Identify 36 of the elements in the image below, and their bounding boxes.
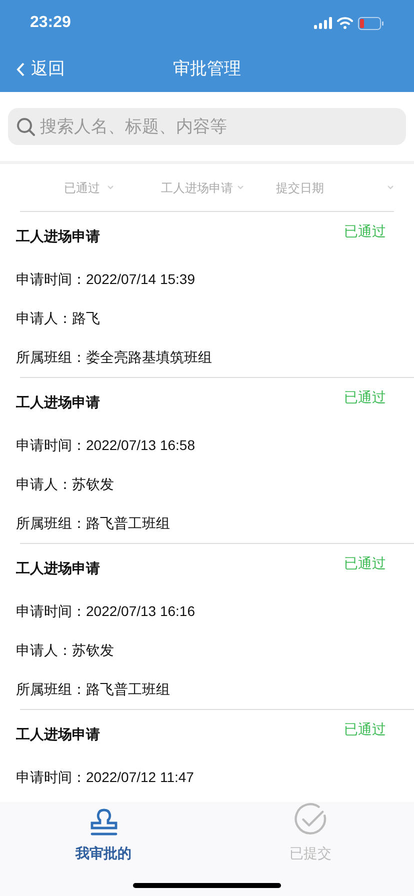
team-text: 所属班组：娄全亮路基填筑班组 xyxy=(16,348,212,367)
record-status: 已通过 xyxy=(344,554,386,573)
record-status: 已通过 xyxy=(344,222,386,241)
tab-item[interactable]: 已提交 xyxy=(207,802,414,868)
record-title: 工人进场申请 xyxy=(16,724,100,744)
record-title: 工人进场申请 xyxy=(16,558,100,578)
applicant-text: 申请人：路飞 xyxy=(16,309,100,328)
request-time-text: 申请时间：2022/07/13 16:58 xyxy=(16,436,195,455)
tab-item[interactable]: 我审批的 xyxy=(0,802,207,868)
applicant-text: 申请人：苏钦发 xyxy=(16,475,114,494)
record-title: 工人进场申请 xyxy=(16,392,100,412)
chevron-down-icon xyxy=(387,185,394,190)
record-status: 已通过 xyxy=(344,720,386,739)
back-button[interactable]: 返回 xyxy=(0,56,65,82)
page-title: 审批管理 xyxy=(173,58,241,80)
chevron-down-icon xyxy=(237,185,244,190)
signal-icon xyxy=(314,17,332,29)
filter-dropdown[interactable]: 工人进场申请 xyxy=(114,178,244,196)
status-time: 23:29 xyxy=(30,13,71,33)
record-title: 工人进场申请 xyxy=(16,226,100,246)
battery-icon xyxy=(358,16,384,30)
filter-dropdown[interactable]: 提交日期 xyxy=(244,178,394,196)
check-circle-icon xyxy=(292,802,328,837)
team-text: 所属班组：路飞普工班组 xyxy=(16,680,170,699)
filter-dropdown[interactable]: 已通过 xyxy=(20,178,114,196)
wifi-icon xyxy=(337,17,353,29)
request-time-text: 申请时间：2022/07/14 15:39 xyxy=(16,270,195,289)
team-text: 所属班组：路飞普工班组 xyxy=(16,514,170,533)
applicant-text: 申请人：苏钦发 xyxy=(16,641,114,660)
search-icon xyxy=(16,117,36,137)
record-status: 已通过 xyxy=(344,388,386,407)
request-time-text: 申请时间：2022/07/12 11:47 xyxy=(16,768,194,787)
search-field[interactable]: 搜索人名、标题、内容等 xyxy=(8,108,406,145)
chevron-left-icon xyxy=(16,62,25,76)
chevron-down-icon xyxy=(107,185,114,190)
request-time-text: 申请时间：2022/07/13 16:16 xyxy=(16,602,195,621)
